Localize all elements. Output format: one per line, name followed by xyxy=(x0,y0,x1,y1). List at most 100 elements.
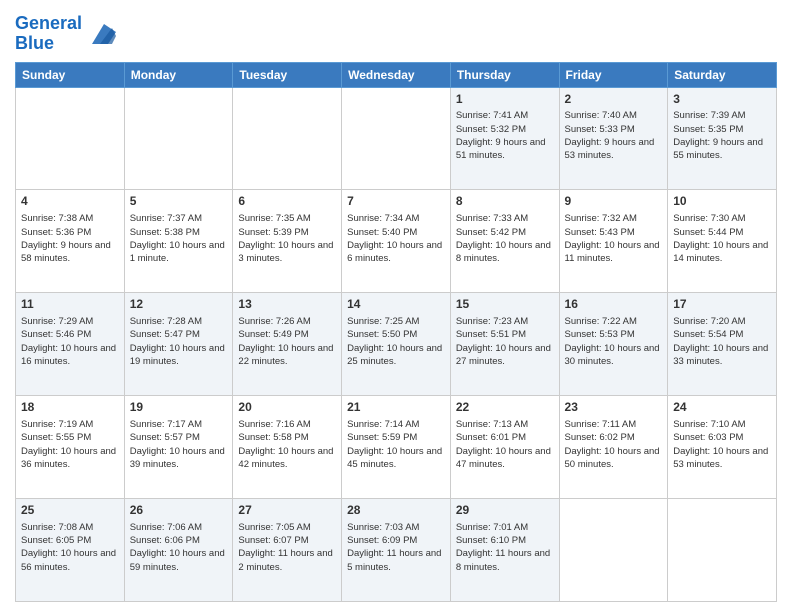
day-info: Sunrise: 7:05 AM Sunset: 6:07 PM Dayligh… xyxy=(238,521,336,574)
day-info: Sunrise: 7:14 AM Sunset: 5:59 PM Dayligh… xyxy=(347,418,445,471)
day-number: 25 xyxy=(21,502,119,519)
calendar-cell xyxy=(342,87,451,190)
calendar-cell xyxy=(124,87,233,190)
calendar-cell: 11 Sunrise: 7:29 AM Sunset: 5:46 PM Dayli… xyxy=(16,293,125,396)
calendar-cell: 15 Sunrise: 7:23 AM Sunset: 5:51 PM Dayli… xyxy=(450,293,559,396)
calendar-cell: 27 Sunrise: 7:05 AM Sunset: 6:07 PM Dayli… xyxy=(233,499,342,602)
calendar-cell: 14 Sunrise: 7:25 AM Sunset: 5:50 PM Dayli… xyxy=(342,293,451,396)
calendar-cell xyxy=(559,499,668,602)
day-info: Sunrise: 7:33 AM Sunset: 5:42 PM Dayligh… xyxy=(456,212,554,265)
calendar-cell: 25 Sunrise: 7:08 AM Sunset: 6:05 PM Dayli… xyxy=(16,499,125,602)
day-info: Sunrise: 7:22 AM Sunset: 5:53 PM Dayligh… xyxy=(565,315,663,368)
day-info: Sunrise: 7:35 AM Sunset: 5:39 PM Dayligh… xyxy=(238,212,336,265)
day-info: Sunrise: 7:30 AM Sunset: 5:44 PM Dayligh… xyxy=(673,212,771,265)
day-info: Sunrise: 7:29 AM Sunset: 5:46 PM Dayligh… xyxy=(21,315,119,368)
day-number: 19 xyxy=(130,399,228,416)
calendar-cell: 21 Sunrise: 7:14 AM Sunset: 5:59 PM Dayli… xyxy=(342,396,451,499)
day-number: 7 xyxy=(347,193,445,210)
day-number: 10 xyxy=(673,193,771,210)
header: GeneralBlue xyxy=(15,10,777,54)
calendar-week-row: 11 Sunrise: 7:29 AM Sunset: 5:46 PM Dayli… xyxy=(16,293,777,396)
calendar-cell: 18 Sunrise: 7:19 AM Sunset: 5:55 PM Dayli… xyxy=(16,396,125,499)
day-number: 14 xyxy=(347,296,445,313)
calendar-cell: 22 Sunrise: 7:13 AM Sunset: 6:01 PM Dayli… xyxy=(450,396,559,499)
calendar-week-row: 18 Sunrise: 7:19 AM Sunset: 5:55 PM Dayli… xyxy=(16,396,777,499)
logo-icon xyxy=(84,20,116,48)
calendar-cell: 2Sunrise: 7:40 AM Sunset: 5:33 PM Daylig… xyxy=(559,87,668,190)
day-number: 18 xyxy=(21,399,119,416)
calendar-header-row: SundayMondayTuesdayWednesdayThursdayFrid… xyxy=(16,62,777,87)
day-info: Sunrise: 7:06 AM Sunset: 6:06 PM Dayligh… xyxy=(130,521,228,574)
day-info: Sunrise: 7:28 AM Sunset: 5:47 PM Dayligh… xyxy=(130,315,228,368)
header-monday: Monday xyxy=(124,62,233,87)
day-info: Sunrise: 7:13 AM Sunset: 6:01 PM Dayligh… xyxy=(456,418,554,471)
header-saturday: Saturday xyxy=(668,62,777,87)
day-info: Sunrise: 7:41 AM Sunset: 5:32 PM Dayligh… xyxy=(456,109,554,162)
day-info: Sunrise: 7:08 AM Sunset: 6:05 PM Dayligh… xyxy=(21,521,119,574)
day-number: 28 xyxy=(347,502,445,519)
day-info: Sunrise: 7:20 AM Sunset: 5:54 PM Dayligh… xyxy=(673,315,771,368)
day-info: Sunrise: 7:19 AM Sunset: 5:55 PM Dayligh… xyxy=(21,418,119,471)
day-number: 27 xyxy=(238,502,336,519)
day-number: 17 xyxy=(673,296,771,313)
day-number: 8 xyxy=(456,193,554,210)
day-info: Sunrise: 7:23 AM Sunset: 5:51 PM Dayligh… xyxy=(456,315,554,368)
day-number: 5 xyxy=(130,193,228,210)
day-number: 20 xyxy=(238,399,336,416)
header-tuesday: Tuesday xyxy=(233,62,342,87)
day-info: Sunrise: 7:32 AM Sunset: 5:43 PM Dayligh… xyxy=(565,212,663,265)
calendar-cell: 13 Sunrise: 7:26 AM Sunset: 5:49 PM Dayli… xyxy=(233,293,342,396)
day-number: 13 xyxy=(238,296,336,313)
calendar-cell xyxy=(16,87,125,190)
calendar-cell: 9 Sunrise: 7:32 AM Sunset: 5:43 PM Daylig… xyxy=(559,190,668,293)
day-number: 26 xyxy=(130,502,228,519)
header-friday: Friday xyxy=(559,62,668,87)
day-number: 1 xyxy=(456,91,554,108)
logo-text: GeneralBlue xyxy=(15,14,82,54)
day-info: Sunrise: 7:01 AM Sunset: 6:10 PM Dayligh… xyxy=(456,521,554,574)
calendar-week-row: 1Sunrise: 7:41 AM Sunset: 5:32 PM Daylig… xyxy=(16,87,777,190)
day-number: 9 xyxy=(565,193,663,210)
day-number: 22 xyxy=(456,399,554,416)
calendar-cell: 20 Sunrise: 7:16 AM Sunset: 5:58 PM Dayli… xyxy=(233,396,342,499)
calendar-cell: 24 Sunrise: 7:10 AM Sunset: 6:03 PM Dayli… xyxy=(668,396,777,499)
day-info: Sunrise: 7:39 AM Sunset: 5:35 PM Dayligh… xyxy=(673,109,771,162)
day-number: 23 xyxy=(565,399,663,416)
day-number: 11 xyxy=(21,296,119,313)
day-info: Sunrise: 7:10 AM Sunset: 6:03 PM Dayligh… xyxy=(673,418,771,471)
calendar-cell: 29 Sunrise: 7:01 AM Sunset: 6:10 PM Dayli… xyxy=(450,499,559,602)
day-info: Sunrise: 7:40 AM Sunset: 5:33 PM Dayligh… xyxy=(565,109,663,162)
day-number: 29 xyxy=(456,502,554,519)
day-number: 12 xyxy=(130,296,228,313)
calendar-cell: 28Sunrise: 7:03 AM Sunset: 6:09 PM Dayli… xyxy=(342,499,451,602)
day-number: 3 xyxy=(673,91,771,108)
day-info: Sunrise: 7:17 AM Sunset: 5:57 PM Dayligh… xyxy=(130,418,228,471)
calendar-cell: 17 Sunrise: 7:20 AM Sunset: 5:54 PM Dayli… xyxy=(668,293,777,396)
day-number: 6 xyxy=(238,193,336,210)
day-info: Sunrise: 7:38 AM Sunset: 5:36 PM Dayligh… xyxy=(21,212,119,265)
day-number: 21 xyxy=(347,399,445,416)
calendar-cell xyxy=(668,499,777,602)
calendar-cell: 23 Sunrise: 7:11 AM Sunset: 6:02 PM Dayli… xyxy=(559,396,668,499)
day-info: Sunrise: 7:34 AM Sunset: 5:40 PM Dayligh… xyxy=(347,212,445,265)
calendar-week-row: 25 Sunrise: 7:08 AM Sunset: 6:05 PM Dayli… xyxy=(16,499,777,602)
calendar-cell: 19 Sunrise: 7:17 AM Sunset: 5:57 PM Dayli… xyxy=(124,396,233,499)
logo: GeneralBlue xyxy=(15,14,116,54)
calendar-cell: 16Sunrise: 7:22 AM Sunset: 5:53 PM Dayli… xyxy=(559,293,668,396)
day-number: 15 xyxy=(456,296,554,313)
calendar-cell: 8 Sunrise: 7:33 AM Sunset: 5:42 PM Daylig… xyxy=(450,190,559,293)
day-info: Sunrise: 7:26 AM Sunset: 5:49 PM Dayligh… xyxy=(238,315,336,368)
calendar-cell: 3Sunrise: 7:39 AM Sunset: 5:35 PM Daylig… xyxy=(668,87,777,190)
header-sunday: Sunday xyxy=(16,62,125,87)
calendar-cell: 12 Sunrise: 7:28 AM Sunset: 5:47 PM Dayli… xyxy=(124,293,233,396)
calendar-cell: 6 Sunrise: 7:35 AM Sunset: 5:39 PM Daylig… xyxy=(233,190,342,293)
calendar-cell: 10 Sunrise: 7:30 AM Sunset: 5:44 PM Dayli… xyxy=(668,190,777,293)
header-thursday: Thursday xyxy=(450,62,559,87)
calendar-cell: 7 Sunrise: 7:34 AM Sunset: 5:40 PM Daylig… xyxy=(342,190,451,293)
day-info: Sunrise: 7:25 AM Sunset: 5:50 PM Dayligh… xyxy=(347,315,445,368)
day-info: Sunrise: 7:11 AM Sunset: 6:02 PM Dayligh… xyxy=(565,418,663,471)
day-info: Sunrise: 7:16 AM Sunset: 5:58 PM Dayligh… xyxy=(238,418,336,471)
calendar-week-row: 4 Sunrise: 7:38 AM Sunset: 5:36 PM Daylig… xyxy=(16,190,777,293)
day-number: 24 xyxy=(673,399,771,416)
day-number: 4 xyxy=(21,193,119,210)
